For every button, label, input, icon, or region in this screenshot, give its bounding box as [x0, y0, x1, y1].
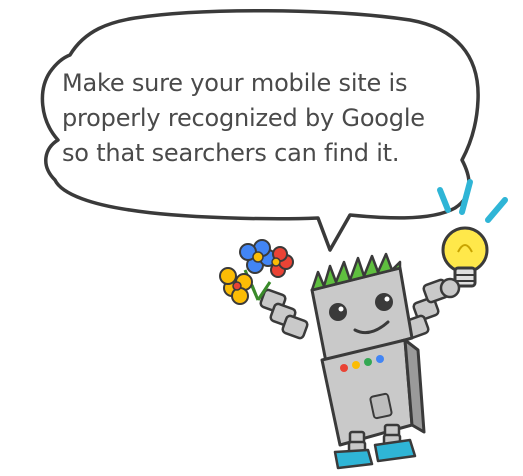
speech-bubble-text: Make sure your mobile site is properly r…: [62, 66, 442, 171]
speech-bubble-line: so that searchers can find it.: [62, 139, 400, 167]
robot-pocket: [369, 392, 393, 420]
speech-bubble-line: properly recognized by Google: [62, 104, 425, 132]
flower-red: [270, 246, 294, 278]
robot-right-eye: [375, 293, 393, 311]
robot-left-eye: [329, 303, 347, 321]
speech-bubble-line: Make sure your mobile site is: [62, 69, 408, 97]
lightbulb-icon: [441, 226, 489, 288]
robot-left-arm: [259, 288, 309, 340]
robot-body: [320, 338, 426, 447]
